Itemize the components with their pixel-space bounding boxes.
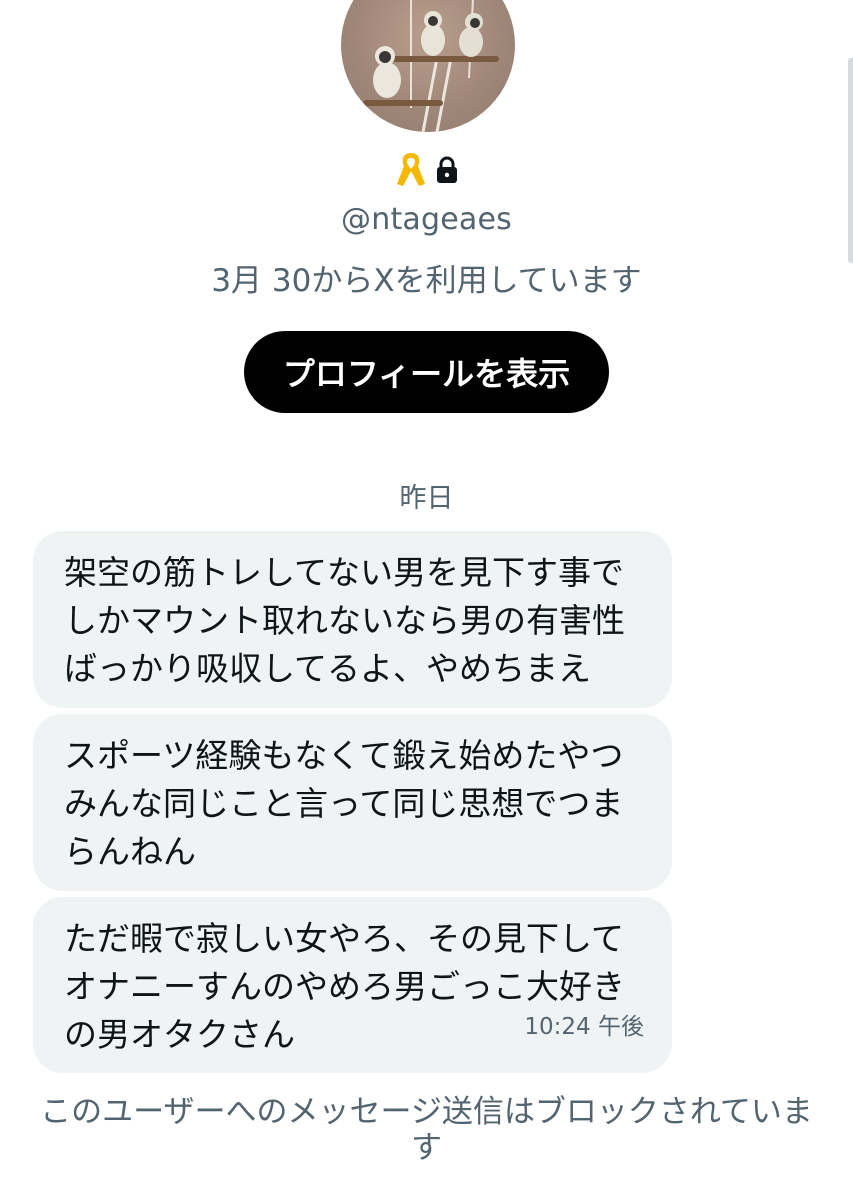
profile-badges — [394, 150, 460, 190]
message-text-line: スポーツ経験もなくて鍛え始めたやつ — [64, 736, 624, 775]
view-profile-button[interactable]: プロフィールを表示 — [244, 331, 609, 413]
lock-icon — [434, 155, 460, 185]
message-bubble[interactable]: ただ暇で寂しい女やろ、その見下して オナニーすんのやめろ男ごっこ大好き の男オタ… — [33, 897, 672, 1073]
message-timestamp: 10:24 午後 — [524, 1014, 644, 1040]
date-separator: 昨日 — [399, 483, 454, 514]
monkeys-avatar-icon — [363, 0, 499, 132]
message-text-line: 架空の筋トレしてない男を見下す事で — [64, 553, 625, 592]
message-text-line: ばっかり吸収してるよ、やめちまえ — [64, 649, 592, 688]
message-bubble[interactable]: 架空の筋トレしてない男を見下す事で しかマウント取れないなら男の有害性 ばっかり… — [33, 531, 672, 708]
blocked-notice-line: このユーザーへのメッセージ送信はブロックされていま — [40, 1094, 813, 1130]
message-text-line: ただ暇で寂しい女やろ、その見下して — [64, 919, 625, 958]
yellow-ribbon-icon — [394, 150, 428, 190]
message-text-line: らんねん — [64, 832, 196, 871]
avatar[interactable] — [341, 0, 515, 132]
joined-date: 3月 30からXを利用しています — [211, 263, 642, 299]
blocked-notice: このユーザーへのメッセージ送信はブロックされていま す — [0, 1094, 853, 1166]
user-handle: @ntageaes — [341, 202, 512, 237]
blocked-notice-line: す — [411, 1130, 442, 1166]
message-bubble[interactable]: スポーツ経験もなくて鍛え始めたやつ みんな同じこと言って同じ思想でつま らんねん — [33, 714, 672, 891]
message-text-line: みんな同じこと言って同じ思想でつま — [64, 784, 624, 823]
message-text-line: しかマウント取れないなら男の有害性 — [64, 601, 625, 640]
